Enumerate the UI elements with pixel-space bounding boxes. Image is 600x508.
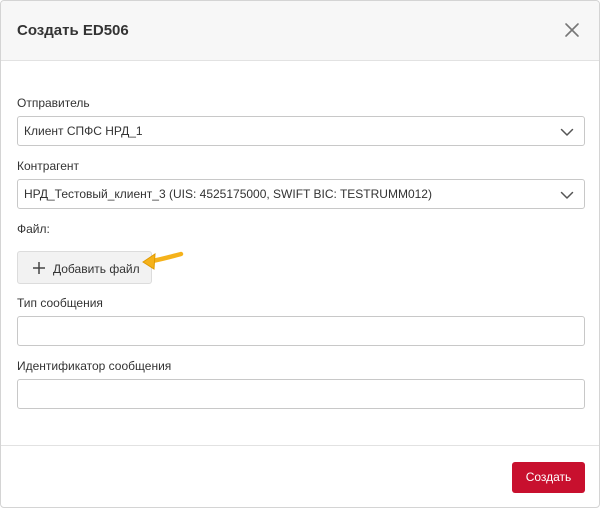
counterparty-label: Контрагент	[17, 159, 80, 173]
pointer-arrow-icon	[142, 251, 184, 270]
sender-value: Клиент СПФС НРД_1	[24, 124, 143, 138]
dialog-title: Создать ED506	[17, 22, 129, 39]
create-button[interactable]: Создать	[512, 462, 585, 493]
chevron-down-icon	[560, 128, 574, 136]
add-file-label: Добавить файл	[53, 262, 140, 276]
plus-icon	[33, 262, 45, 274]
chevron-down-icon	[560, 191, 574, 199]
counterparty-value: НРД_Тестовый_клиент_3 (UIS: 4525175000, …	[24, 187, 432, 201]
footer-divider	[1, 445, 599, 446]
sender-select[interactable]: Клиент СПФС НРД_1	[17, 116, 585, 146]
message-id-label: Идентификатор сообщения	[17, 359, 172, 373]
sender-label: Отправитель	[17, 96, 90, 110]
close-icon	[565, 23, 579, 37]
close-button[interactable]	[560, 18, 584, 42]
create-dialog: Создать ED506 Отправитель Клиент СПФС НР…	[0, 0, 600, 508]
message-type-input[interactable]	[17, 316, 585, 346]
dialog-header: Создать ED506	[1, 1, 599, 61]
message-id-input[interactable]	[17, 379, 585, 409]
add-file-button[interactable]: Добавить файл	[17, 251, 152, 284]
message-type-label: Тип сообщения	[17, 296, 103, 310]
counterparty-select[interactable]: НРД_Тестовый_клиент_3 (UIS: 4525175000, …	[17, 179, 585, 209]
file-label: Файл:	[17, 222, 50, 236]
